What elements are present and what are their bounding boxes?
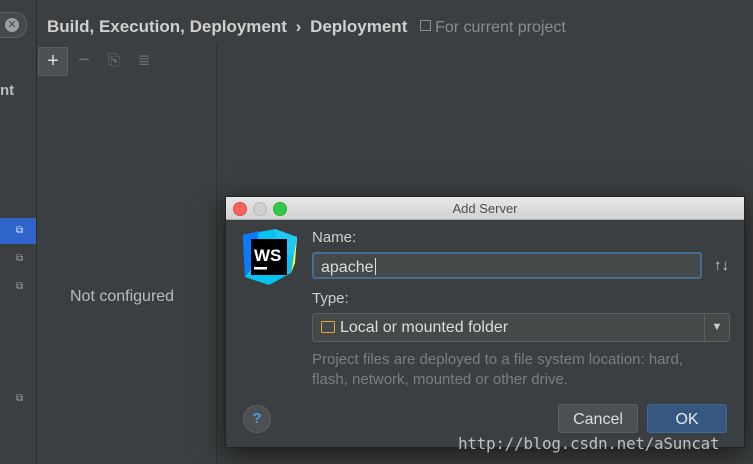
deployment-subitem-icon[interactable]: ⧉ xyxy=(16,254,26,264)
server-type-value: Local or mounted folder xyxy=(340,319,509,336)
sort-icon[interactable]: ↑↓ xyxy=(714,257,729,274)
deployment-subitem-icon[interactable]: ⧉ xyxy=(16,282,26,292)
watermark: http://blog.csdn.net/aSuncat xyxy=(458,434,720,453)
add-server-button[interactable]: + xyxy=(38,47,68,76)
webstorm-logo-icon: WS xyxy=(243,229,297,285)
clear-icon[interactable]: ✕ xyxy=(5,18,19,32)
project-scope-icon xyxy=(420,20,432,31)
dialog-titlebar[interactable]: Add Server xyxy=(226,197,744,220)
text-caret xyxy=(374,258,376,275)
panel-divider[interactable] xyxy=(216,44,217,464)
dialog-title: Add Server xyxy=(452,201,518,216)
logo-text: WS xyxy=(254,246,281,265)
scope-label: For current project xyxy=(435,19,566,36)
type-label: Type: xyxy=(312,290,349,307)
deployment-icon: ⧉ xyxy=(16,225,24,236)
breadcrumb-parent: Build, Execution, Deployment xyxy=(47,17,287,36)
server-type-select[interactable]: Local or mounted folder ▼ xyxy=(312,313,730,342)
name-label: Name: xyxy=(312,229,357,246)
breadcrumb-separator: › xyxy=(295,17,302,36)
breadcrumb: Build, Execution, Deployment › Deploymen… xyxy=(47,17,566,37)
add-server-dialog: Add Server WS Name: apache ↑↓ Type: Loca… xyxy=(225,196,745,448)
cancel-button[interactable]: Cancel xyxy=(558,404,638,433)
list-options-button[interactable]: ≣ xyxy=(130,47,158,74)
remove-server-button[interactable]: − xyxy=(70,47,98,74)
server-name-input[interactable]: apache xyxy=(312,252,702,279)
settings-tree-panel: ✕ nt ⧉ ⧉ ⧉ ⧉ xyxy=(0,0,37,464)
breadcrumb-current: Deployment xyxy=(310,17,408,36)
server-name-value: apache xyxy=(321,259,374,276)
tree-item-deployment-selected[interactable]: ⧉ xyxy=(0,218,36,244)
ok-button[interactable]: OK xyxy=(647,404,727,433)
tree-item-truncated-label[interactable]: nt xyxy=(0,82,14,99)
dropdown-arrow-icon[interactable]: ▼ xyxy=(704,314,729,341)
help-button[interactable]: ? xyxy=(243,405,271,433)
copy-server-button[interactable]: ⎘ xyxy=(100,47,128,74)
scope-indicator: For current project xyxy=(420,19,566,36)
deployment-subitem-icon[interactable]: ⧉ xyxy=(16,394,26,404)
local-folder-icon xyxy=(321,321,335,333)
empty-state-text: Not configured xyxy=(70,288,175,305)
type-description: Project files are deployed to a file sys… xyxy=(312,351,684,388)
search-clear-button[interactable]: ✕ xyxy=(0,12,27,38)
